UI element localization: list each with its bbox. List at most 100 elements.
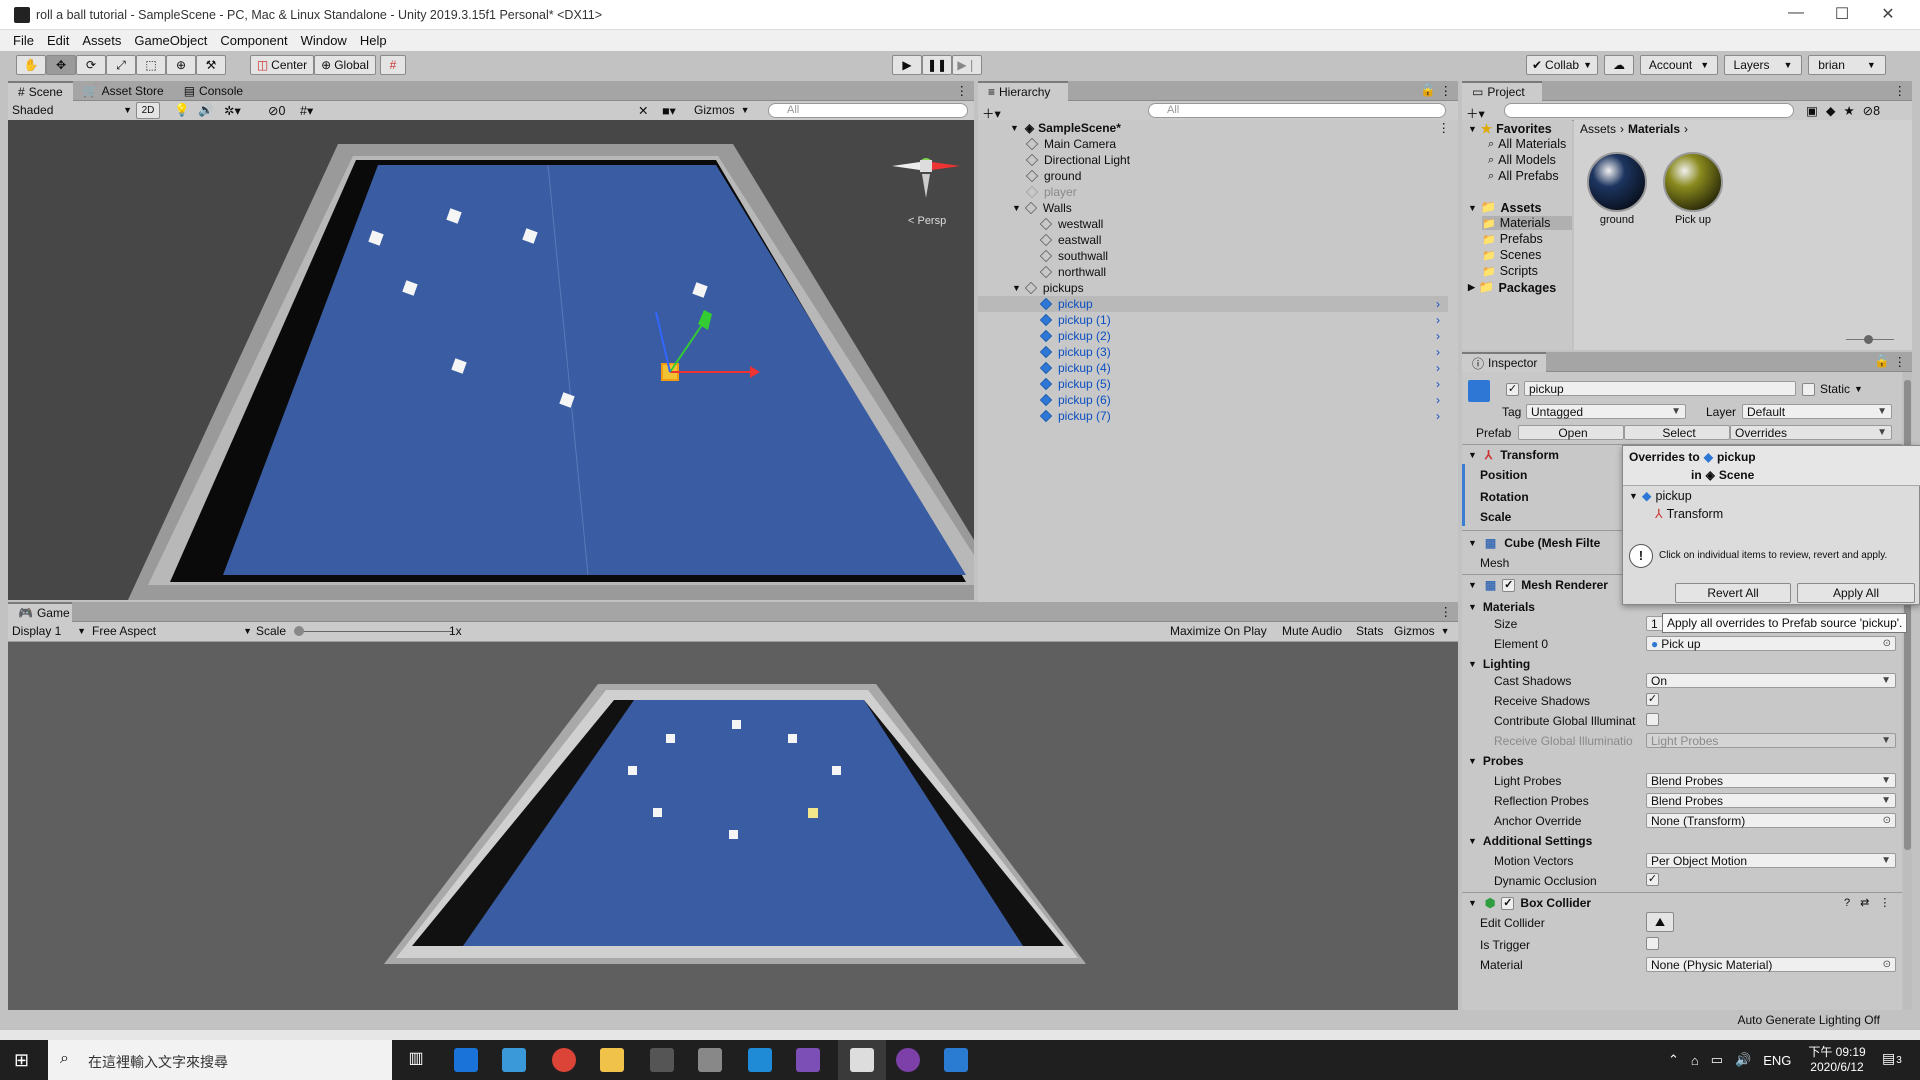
hierarchy-item[interactable]: pickup › [978,296,1448,312]
maximize-on-play-toggle[interactable]: Maximize On Play [1170,624,1267,638]
prefab-open-button[interactable]: Open [1518,425,1624,440]
revert-all-button[interactable]: Revert All [1675,583,1791,603]
motion-vectors-dropdown[interactable]: Per Object Motion ▼ [1646,853,1896,868]
game-menu-icon[interactable]: ⋮ [1440,604,1453,619]
menu-window[interactable]: Window [301,33,347,48]
scale-slider-thumb[interactable] [294,626,304,636]
presets-icon[interactable]: ⇄ [1860,896,1869,909]
aspect-dropdown[interactable]: Free Aspect ▼ [92,624,252,638]
tray-network-icon[interactable]: ⌂ [1691,1053,1699,1068]
hierarchy-item[interactable]: northwall [978,264,1448,280]
global-local-button[interactable]: ⊕ Global [314,55,376,75]
breadcrumb-materials[interactable]: Materials [1628,122,1680,136]
mesh-filter-header[interactable]: ▼ ▦ Cube (Mesh Filte [1468,536,1600,550]
tab-project[interactable]: ▭ Project [1462,81,1542,101]
component-menu-icon[interactable]: ⋮ [1879,896,1890,909]
visual-studio-icon[interactable] [796,1048,820,1072]
scene-menu-icon[interactable]: ⋮ [1438,120,1451,135]
element0-field[interactable]: ● Pick up ⊙ [1646,636,1896,651]
overrides-tree-root[interactable]: ▼ ◆ pickup [1629,488,1692,504]
light-probes-dropdown[interactable]: Blend Probes ▼ [1646,773,1896,788]
favorite-item[interactable]: ⌕ All Prefabs [1488,169,1559,183]
taskbar-search-box[interactable]: ⌕ 在這裡輸入文字來搜尋 [48,1040,392,1080]
hierarchy-item[interactable]: eastwall [978,232,1448,248]
hidden-packages-toggle[interactable]: ⊘ 8 [1863,103,1880,119]
search-by-label-icon[interactable]: ◆ [1826,103,1836,118]
search-by-type-icon[interactable]: ▣ [1806,103,1818,118]
favorites-folder[interactable]: ▼ ★ Favorites [1468,121,1552,137]
hierarchy-item[interactable]: Main Camera [978,136,1448,152]
tray-volume-icon[interactable]: 🔊 [1735,1052,1751,1068]
material-asset[interactable]: Pick up [1658,152,1728,226]
stats-toggle[interactable]: Stats [1356,624,1383,638]
layer-dropdown[interactable]: Default ▼ [1742,404,1892,419]
object-name-input[interactable]: pickup [1524,381,1796,396]
unity-hub-icon[interactable] [698,1048,722,1072]
snap-grid-icon[interactable]: # [380,55,406,75]
rect-tool-icon[interactable]: ⬚ [136,55,166,75]
ie-icon[interactable] [502,1048,526,1072]
gizmos-dropdown[interactable]: Gizmos ▼ [694,103,750,117]
hierarchy-item[interactable]: pickup (2) › [978,328,1448,344]
file-explorer-icon[interactable] [600,1048,624,1072]
move-tool-icon[interactable]: ✥ [46,55,76,75]
contribute-gi-checkbox[interactable] [1646,713,1659,726]
prefab-open-arrow-icon[interactable]: › [1436,345,1440,359]
lock-icon[interactable]: 🔒 [1420,83,1436,98]
hierarchy-item[interactable]: westwall [978,216,1448,232]
breadcrumb-assets[interactable]: Assets [1580,122,1616,136]
favorite-item[interactable]: ⌕ All Models [1488,153,1556,167]
mesh-renderer-enabled-checkbox[interactable]: ✓ [1502,578,1516,592]
prefab-open-arrow-icon[interactable]: › [1436,361,1440,375]
task-view-icon[interactable]: ▥ [404,1048,428,1072]
display-dropdown[interactable]: Display 1 ▼ [12,624,86,638]
expand-arrow-icon[interactable]: ▼ [1012,203,1021,213]
apply-all-button[interactable]: Apply All [1797,583,1915,603]
prefab-select-button[interactable]: Select [1624,425,1730,440]
prefab-open-arrow-icon[interactable]: › [1436,297,1440,311]
store-icon[interactable] [650,1048,674,1072]
favorite-item[interactable]: ⌕ All Materials [1488,137,1566,151]
tray-chevron-icon[interactable]: ⌃ [1668,1052,1679,1068]
project-menu-icon[interactable]: ⋮ [1894,83,1907,98]
overrides-tree-transform[interactable]: ⅄ Transform [1655,506,1723,522]
static-dropdown[interactable]: Static ▼ [1820,382,1863,396]
project-search-input[interactable] [1504,103,1794,118]
hand-tool-icon[interactable]: ✋ [16,55,46,75]
notification-icon[interactable]: ▤3 [1882,1050,1902,1067]
asset-folder-item[interactable]: 📁 Scenes [1482,248,1572,262]
prefab-open-arrow-icon[interactable]: › [1436,329,1440,343]
hierarchy-item[interactable]: ▼ pickups [978,280,1448,296]
hierarchy-item[interactable]: pickup (3) › [978,344,1448,360]
auto-lighting-status[interactable]: Auto Generate Lighting Off [1737,1013,1880,1027]
unity-editor-icon[interactable] [850,1048,874,1072]
static-checkbox[interactable] [1802,383,1815,396]
reflection-probes-dropdown[interactable]: Blend Probes ▼ [1646,793,1896,808]
tab-scene[interactable]: # Scene [8,81,73,101]
anchor-override-field[interactable]: None (Transform) ⊙ [1646,813,1896,828]
tab-hierarchy[interactable]: ≡ Hierarchy [978,81,1068,101]
orientation-gizmo[interactable] [892,158,960,198]
prefab-overrides-dropdown[interactable]: Overrides ▼ [1730,425,1892,440]
material-asset[interactable]: ground [1582,152,1652,226]
asset-folder-item[interactable]: 📁 Scripts [1482,264,1572,278]
rotate-tool-icon[interactable]: ⟳ [76,55,106,75]
asset-folder-item[interactable]: 📁 Prefabs [1482,232,1572,246]
hierarchy-item[interactable]: southwall [978,248,1448,264]
mode-2d-button[interactable]: 2D [136,102,160,119]
effects-dropdown-icon[interactable]: ✲▾ [224,103,241,118]
tray-display-icon[interactable]: ▭ [1711,1052,1723,1068]
edit-collider-button[interactable]: ⛰ [1646,912,1674,932]
play-button[interactable]: ▶ [892,55,922,75]
scene-viewport[interactable]: < Persp [8,120,974,600]
game-viewport[interactable] [8,642,1458,1010]
camera-dropdown-icon[interactable]: ■▾ [662,103,676,118]
hierarchy-menu-icon[interactable]: ⋮ [1440,83,1453,98]
scene-search-input[interactable]: All [768,103,968,118]
assets-folder[interactable]: ▼ 📁 Assets [1468,200,1542,215]
pivot-center-button[interactable]: ◫ Center [250,55,314,75]
hierarchy-item[interactable]: pickup (6) › [978,392,1448,408]
windows-start-icon[interactable]: ⊞ [14,1050,29,1071]
layout-dropdown[interactable]: brian ▼ [1808,55,1886,75]
obs-icon[interactable] [896,1048,920,1072]
